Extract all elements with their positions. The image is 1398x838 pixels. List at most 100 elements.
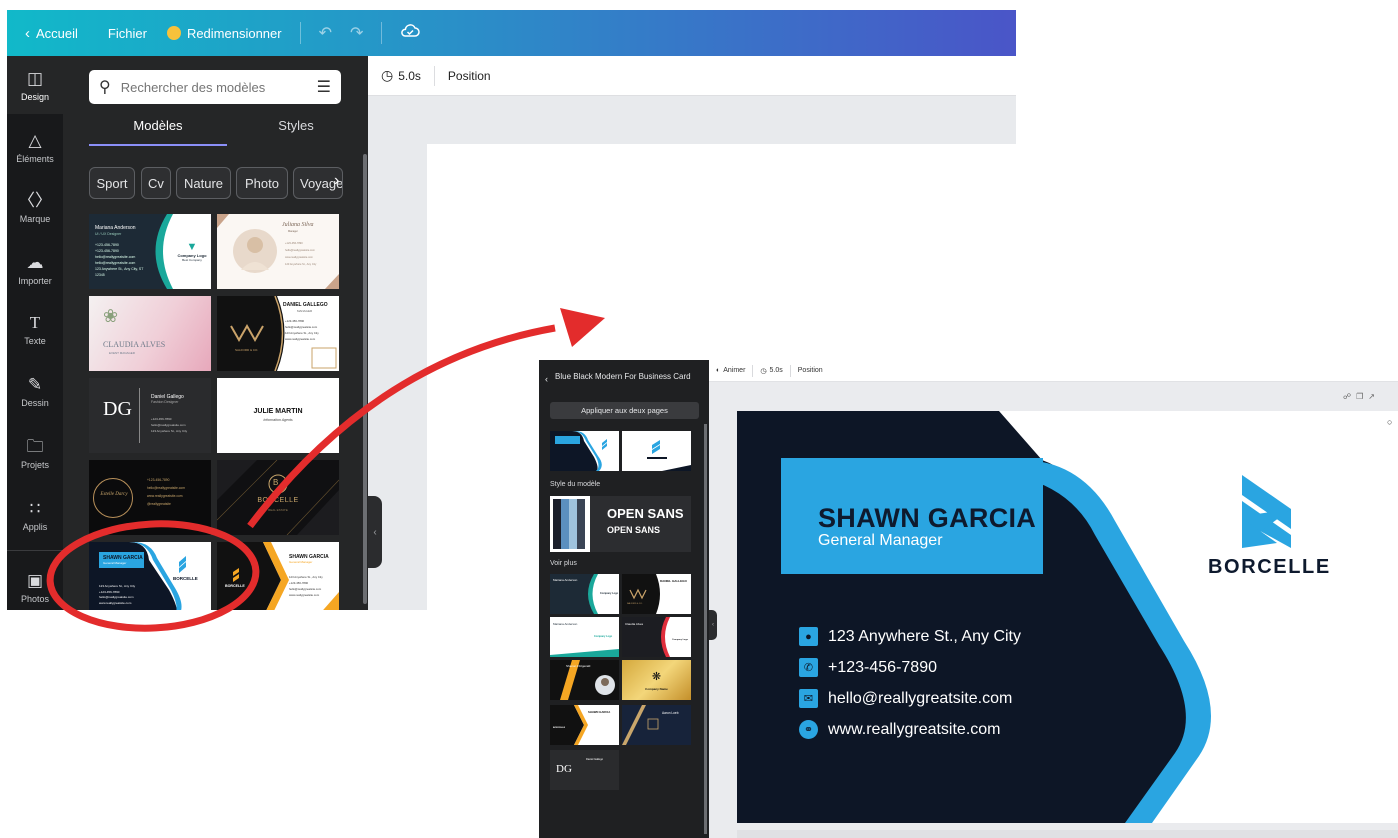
similar-template-9[interactable]: DG Daniel Gallego <box>550 750 619 790</box>
similar-template-5[interactable]: Shanon Fitzgerald <box>550 660 619 700</box>
home-button[interactable]: ‹ Accueil <box>25 25 78 42</box>
tpl-name: CLAUDIA ALVES <box>103 340 166 349</box>
duration-value: 5.0s <box>398 68 421 83</box>
borcelle-logo-icon <box>1242 475 1291 548</box>
page-preview-front[interactable] <box>550 431 619 471</box>
rail-label: Éléments <box>16 153 54 164</box>
card-name: SHAWN GARCIA <box>818 503 1037 533</box>
topbar-divider <box>299 22 301 44</box>
add-page-icon[interactable]: ↗ <box>1368 392 1380 401</box>
tpl-title: Fashion Designer <box>151 400 179 404</box>
page-preview-back[interactable] <box>622 431 691 471</box>
page-actions: ☍❐↗ <box>1343 392 1380 401</box>
rail-item-brand[interactable]: 〈〉 Marque <box>7 178 63 236</box>
animate-button[interactable]: ◐ Animer <box>709 367 752 374</box>
template-thumb-julie[interactable]: JULIE MARTIN Information Agents <box>217 378 339 453</box>
template-search-input[interactable] <box>120 79 307 95</box>
chevron-left-icon: ‹ <box>25 24 30 42</box>
cloud-saved-icon[interactable] <box>400 23 421 44</box>
mini-logo: Company Logo <box>600 592 619 595</box>
template-thumb-mariana[interactable]: Mariana Anderson UI / UX Designer +123-4… <box>89 214 211 289</box>
file-menu-button[interactable]: Fichier <box>108 26 147 41</box>
apply-both-pages-button[interactable]: Appliquer aux deux pages <box>550 402 699 419</box>
similar-template-1[interactable]: Mariana Anderson Company Logo <box>550 574 619 614</box>
rail-item-text[interactable]: T Texte <box>7 300 63 358</box>
tpl-address: 123 Anywhere St., Any City <box>285 263 317 266</box>
tab-templates[interactable]: Modèles <box>89 118 227 146</box>
rail-item-elements[interactable]: △ Éléments <box>7 118 63 176</box>
position-button[interactable]: Position <box>435 69 504 83</box>
chip-sport[interactable]: Sport <box>89 167 135 199</box>
resize-button[interactable]: Redimensionner <box>166 25 282 41</box>
similar-template-2[interactable]: SALFORD & CO. DANIEL GALLEGO <box>622 574 691 614</box>
card-address-row: ● 123 Anywhere St., Any City <box>799 627 1021 646</box>
template-thumb-borcelle-gold[interactable]: B BORCELLE REAL ESTATE <box>217 460 339 535</box>
panel-collapse-handle[interactable]: ‹ <box>368 496 382 568</box>
comment-icon[interactable]: ○ <box>1387 417 1392 427</box>
card-brand: BORCELLE <box>1208 556 1331 578</box>
similar-template-3[interactable]: Mariana Anderson Company Logo <box>550 617 619 657</box>
rail-item-upload[interactable]: ☁ Importer <box>7 240 63 298</box>
chevron-right-icon[interactable]: › <box>334 172 339 190</box>
card-website: www.reallygreatsite.com <box>828 720 1001 738</box>
mini-name: Shanon Fitzgerald <box>566 664 591 668</box>
rail-item-draw[interactable]: ✎ Dessin <box>7 362 63 420</box>
template-style-card[interactable]: OPEN SANS OPEN SANS <box>550 496 691 552</box>
template-thumb-estelle[interactable]: Estelle Darcy +123-456-7890 hello@really… <box>89 460 211 535</box>
back-arrow-icon[interactable]: ‹ <box>545 374 548 384</box>
template-thumb-claudia[interactable]: ❀ CLAUDIA ALVES EVENT MANAGER <box>89 296 211 371</box>
file-label: Fichier <box>107 25 147 41</box>
template-thumb-shawn-blue[interactable]: SHAWN GARCIA General Manager BORCELLE 12… <box>89 542 211 610</box>
template-thumb-shawn-orange[interactable]: BORCELLE SHAWN GARCIA General Manager 12… <box>217 542 339 610</box>
rail-item-design[interactable]: ◫ Design <box>7 56 63 114</box>
filter-icon[interactable]: ☰ <box>317 77 331 97</box>
rail-item-projects[interactable]: 🗀 Projets <box>7 424 63 482</box>
template-detail-panel: ‹ Blue Black Modern For Business Card Ap… <box>539 360 709 838</box>
lock-icon[interactable]: ☍ <box>1343 392 1356 401</box>
card-phone: +123-456-7890 <box>828 658 937 676</box>
tpl-social: @reallygreatsite <box>147 502 171 506</box>
similar-template-4[interactable]: Claudia Alves Company Logo <box>622 617 691 657</box>
topbar-divider <box>381 22 383 44</box>
resize-label: Redimensionner <box>186 25 282 41</box>
chip-nature[interactable]: Nature <box>176 167 231 199</box>
mini-name: DANIEL GALLEGO <box>660 579 687 583</box>
chip-cv[interactable]: Cv <box>141 167 171 199</box>
tpl-title: Manager <box>288 230 298 233</box>
globe-icon: ⚭ <box>799 720 818 739</box>
panel-collapse-handle[interactable]: ‹ <box>709 610 717 640</box>
tpl-brand: BORCELLE <box>257 497 299 504</box>
mini-brand: BORCELLE <box>553 727 566 729</box>
template-thumb-dg[interactable]: DG Daniel Gallego Fashion Designer +123-… <box>89 378 211 453</box>
chip-photo[interactable]: Photo <box>236 167 288 199</box>
duplicate-icon[interactable]: ❐ <box>1356 392 1368 401</box>
template-title: Blue Black Modern For Business Card <box>555 372 691 381</box>
business-card-canvas[interactable]: SHAWN GARCIA General Manager BORCELLE ● … <box>737 411 1398 823</box>
similar-template-8[interactable]: Aaron Loeb <box>622 705 691 745</box>
folder-icon: 🗀 <box>26 436 44 456</box>
home-label: Accueil <box>36 25 78 41</box>
template-thumb-juliana[interactable]: Juliana Silva Manager +123-456-7890 hell… <box>217 214 339 289</box>
similar-template-7[interactable]: BORCELLE SHAWN GARCIA <box>550 705 619 745</box>
duration-button[interactable]: ◷ 5.0s <box>753 367 789 375</box>
card-role: General Manager <box>818 532 943 549</box>
apps-grid-icon: ∷ <box>29 498 41 518</box>
rail-item-photos[interactable]: ▣ Photos <box>7 558 63 610</box>
template-search-bar[interactable]: ⚲ ☰ <box>89 70 341 104</box>
position-button[interactable]: Position <box>791 367 830 374</box>
undo-icon[interactable]: ↶ <box>319 23 332 43</box>
font-body: OPEN SANS <box>607 525 661 535</box>
similar-template-6[interactable]: ❋ Company Name <box>622 660 691 700</box>
tpl-signature: Estelle Darcy <box>100 492 128 497</box>
tab-styles[interactable]: Styles <box>227 118 365 146</box>
rail-item-apps[interactable]: ∷ Applis <box>7 486 63 544</box>
tpl-email: hello@reallygreatsite.com <box>147 486 185 490</box>
detail-panel-scrollbar[interactable] <box>704 424 707 834</box>
template-thumb-daniel[interactable]: SALFORD & CO. DANIEL GALLEGO MANAGER +12… <box>217 296 339 371</box>
clock-icon: ◷ <box>381 67 394 83</box>
panel-scrollbar[interactable] <box>363 154 367 604</box>
duration-button[interactable]: ◷ 5.0s <box>368 67 434 84</box>
position-label: Position <box>447 68 491 83</box>
redo-icon[interactable]: ↷ <box>350 23 363 43</box>
rail-label: Projets <box>20 459 49 470</box>
